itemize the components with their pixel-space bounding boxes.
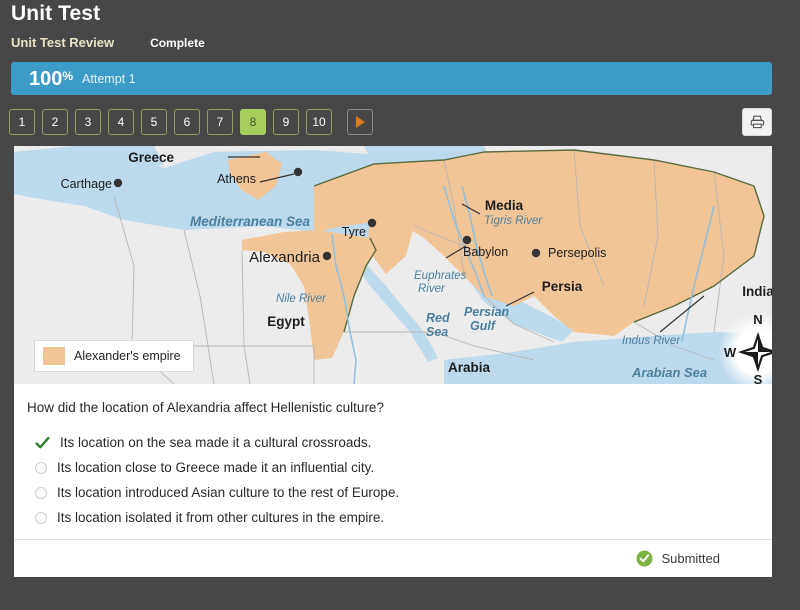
map-city-persepolis: Persepolis	[548, 246, 606, 260]
legend-label: Alexander's empire	[74, 349, 181, 363]
map-water-indus-river: Indus River	[622, 335, 681, 347]
answer-option[interactable]: Its location on the sea made it a cultur…	[27, 430, 757, 455]
map-water-mediterranean-sea: Mediterranean Sea	[190, 214, 311, 229]
question-number-10[interactable]: 10	[306, 109, 332, 135]
answer-option[interactable]: Its location introduced Asian culture to…	[27, 480, 757, 505]
radio-icon	[27, 511, 57, 524]
question-number-5[interactable]: 5	[141, 109, 167, 135]
map-water-red-sea-1: Red	[426, 311, 450, 325]
radio-button[interactable]	[35, 511, 47, 524]
map-region-india: India	[742, 284, 772, 299]
assignment-name: Unit Test Review	[11, 35, 115, 50]
map-city-babylon: Babylon	[463, 245, 508, 259]
question-number-3[interactable]: 3	[75, 109, 101, 135]
percent-symbol: %	[62, 68, 74, 83]
question-number-6[interactable]: 6	[174, 109, 200, 135]
compass-south-label: S	[754, 372, 763, 384]
header-subtitle-row: Unit Test Review Complete	[11, 35, 205, 50]
answer-option-label: Its location on the sea made it a cultur…	[60, 435, 372, 450]
attempt-label: Attempt 1	[82, 71, 136, 86]
question-panel: How did the location of Alexandria affec…	[14, 384, 772, 577]
unit-test-page: Unit Test Unit Test Review Complete 100%…	[0, 0, 800, 610]
map-region-persia: Persia	[542, 279, 583, 294]
completion-status: Complete	[150, 36, 205, 50]
historical-map: Greece Egypt Media Persia Arabia India C…	[14, 146, 772, 384]
next-question-button[interactable]	[347, 109, 373, 135]
question-footer: Submitted	[14, 539, 772, 577]
map-city-tyre: Tyre	[342, 225, 366, 239]
answer-option-label: Its location isolated it from other cult…	[57, 510, 385, 525]
question-number-4[interactable]: 4	[108, 109, 134, 135]
attempt-score-bar[interactable]: 100% Attempt 1	[11, 62, 772, 95]
radio-icon	[27, 461, 57, 474]
play-triangle-right-icon	[355, 116, 365, 128]
question-number-1[interactable]: 1	[9, 109, 35, 135]
check-circle-icon	[636, 550, 653, 567]
answer-option[interactable]: Its location close to Greece made it an …	[27, 455, 757, 480]
map-city-athens: Athens	[217, 172, 256, 186]
page-title: Unit Test	[11, 2, 101, 25]
question-number-nav: 1 2 3 4 5 6 7 8 9 10	[9, 109, 373, 135]
map-water-red-sea-2: Sea	[426, 325, 448, 339]
map-region-egypt: Egypt	[267, 314, 305, 329]
submitted-status: Submitted	[661, 551, 720, 566]
map-water-arabian-sea: Arabian Sea	[631, 365, 707, 380]
map-water-euphrates-river: Euphrates	[414, 270, 467, 282]
radio-button[interactable]	[35, 486, 47, 499]
radio-icon	[27, 486, 57, 499]
map-water-nile-river: Nile River	[276, 293, 327, 305]
map-water-persian-gulf-1: Persian	[464, 305, 510, 319]
question-prompt: How did the location of Alexandria affec…	[27, 400, 384, 415]
answer-option-label: Its location close to Greece made it an …	[57, 460, 375, 475]
map-legend: Alexander's empire	[34, 340, 194, 372]
question-number-2[interactable]: 2	[42, 109, 68, 135]
map-region-media: Media	[485, 198, 524, 213]
printer-icon	[750, 115, 764, 129]
legend-color-swatch	[43, 347, 65, 365]
map-water-persian-gulf-2: Gulf	[470, 319, 497, 333]
question-number-7[interactable]: 7	[207, 109, 233, 135]
radio-button[interactable]	[35, 461, 47, 474]
answer-options-list: Its location on the sea made it a cultur…	[27, 430, 757, 530]
compass-west-label: W	[724, 345, 737, 360]
check-icon	[27, 436, 57, 450]
print-button[interactable]	[742, 108, 772, 136]
answer-option-label: Its location introduced Asian culture to…	[57, 485, 400, 500]
question-number-8[interactable]: 8	[240, 109, 266, 135]
question-number-9[interactable]: 9	[273, 109, 299, 135]
map-city-alexandria: Alexandria	[249, 249, 321, 266]
score-percent: 100%	[29, 67, 74, 90]
compass-north-label: N	[753, 312, 762, 327]
map-region-arabia: Arabia	[448, 360, 491, 375]
map-city-carthage: Carthage	[61, 177, 112, 191]
map-region-greece: Greece	[128, 150, 174, 165]
answer-option[interactable]: Its location isolated it from other cult…	[27, 505, 757, 530]
map-water-euphrates-river-2: River	[418, 283, 446, 295]
map-water-tigris-river: Tigris River	[484, 215, 543, 227]
